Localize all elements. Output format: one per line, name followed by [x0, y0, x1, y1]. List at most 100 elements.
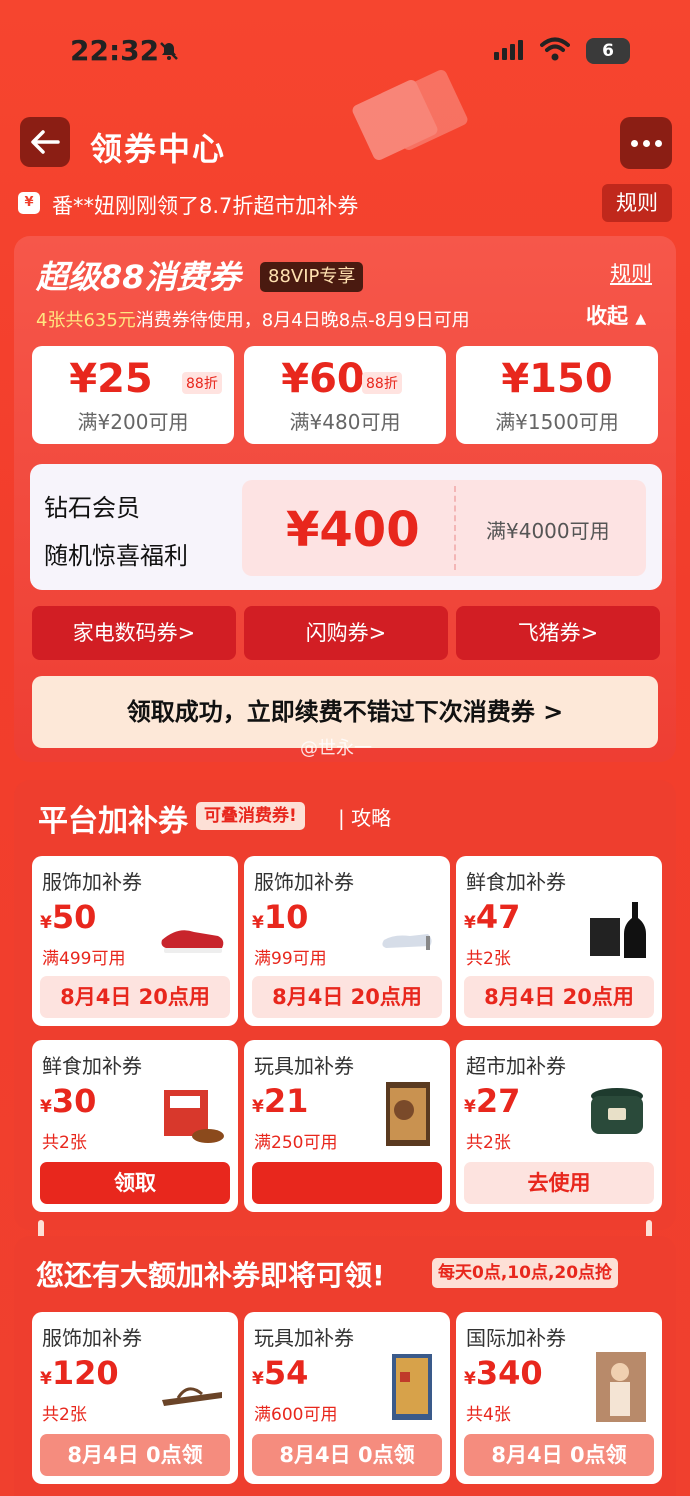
platform-title: 平台加补券: [38, 804, 188, 839]
coupon-condition: 满¥1500可用: [495, 410, 619, 434]
vip-badge: 88VIP专享: [260, 262, 364, 292]
category-fliggy-button[interactable]: 飞猪券>: [456, 606, 660, 660]
watermark: @世永一: [300, 738, 372, 759]
upcoming-title: 您还有大额加补券即将可领!: [36, 1259, 385, 1292]
coupon-name: 玩具加补券: [254, 1054, 354, 1078]
coupon-card[interactable]: ¥150 满¥1500可用: [456, 346, 658, 444]
addon-coupon-card[interactable]: 服饰加补券 ¥50 满499可用 8月4日 20点用: [32, 856, 238, 1026]
coupon-time-button[interactable]: 8月4日 20点用: [252, 976, 442, 1018]
coupon-condition: 共2张: [42, 1405, 87, 1425]
coupon-name: 国际加补券: [466, 1326, 566, 1350]
coupon-condition: 共2张: [466, 949, 511, 969]
super88-rules-link[interactable]: 规则: [610, 258, 652, 288]
status-time: 22:32: [70, 34, 160, 67]
guide-link[interactable]: | 攻略: [338, 802, 391, 831]
coupon-condition: 满250可用: [254, 1133, 338, 1153]
addon-coupon-card[interactable]: 服饰加补券 ¥10 满99可用 8月4日 20点用: [244, 856, 450, 1026]
back-button[interactable]: [20, 117, 70, 167]
coupon-card[interactable]: ¥60 88折 满¥480可用: [244, 346, 446, 444]
coupon-condition: 满¥200可用: [77, 410, 189, 434]
coupon-name: 鲜食加补券: [466, 870, 566, 894]
coupon-condition: 共2张: [466, 1133, 511, 1153]
coupon-name: 鲜食加补券: [42, 1054, 142, 1078]
addon-coupon-card[interactable]: 鲜食加补券 ¥30 共2张 领取: [32, 1040, 238, 1212]
coupon-amount: ¥340: [464, 1354, 543, 1392]
coupon-condition: 满499可用: [42, 949, 126, 969]
addon-coupon-card[interactable]: 玩具加补券 ¥21 满250可用: [244, 1040, 450, 1212]
claim-time-button[interactable]: 8月4日 0点领: [252, 1434, 442, 1476]
wine-image-icon: [590, 902, 646, 958]
wifi-icon: [540, 37, 570, 61]
coupon-amount: ¥27: [464, 1082, 521, 1120]
super88-title: 超级88消费券: [36, 258, 241, 296]
mute-bell-icon: [160, 42, 178, 60]
discount-tag: 88折: [182, 372, 222, 394]
coupon-time-button[interactable]: 8月4日 20点用: [464, 976, 654, 1018]
collapse-label: 收起: [586, 304, 628, 328]
addon-coupon-card[interactable]: 超市加补券 ¥27 共2张 去使用: [456, 1040, 662, 1212]
page-title: 领券中心: [90, 130, 227, 168]
coupon-time-button[interactable]: 8月4日 20点用: [40, 976, 230, 1018]
upcoming-coupon-card[interactable]: 玩具加补券 ¥54 满600可用 8月4日 0点领: [244, 1312, 450, 1484]
shoe-image-icon: [382, 934, 432, 950]
coupon-name: 超市加补券: [466, 1054, 566, 1078]
diamond-title: 钻石会员: [44, 494, 140, 522]
coupon-condition: 共2张: [42, 1133, 87, 1153]
coupon-condition: 满600可用: [254, 1405, 338, 1425]
coupon-condition: 满99可用: [254, 949, 327, 969]
shoe-image-icon: [161, 930, 224, 953]
diamond-amount: ¥400: [286, 502, 420, 558]
subtitle-highlight: 4张共635元: [36, 310, 136, 331]
coupon-name: 服饰加补券: [254, 870, 354, 894]
super88-subtitle: 4张共635元消费券待使用，8月4日晚8点-8月9日可用: [36, 306, 470, 332]
puzzle-image-icon: [386, 1082, 430, 1146]
arrow-left-icon: [31, 130, 60, 154]
coupon-name: 服饰加补券: [42, 870, 142, 894]
category-appliance-button[interactable]: 家电数码券>: [32, 606, 236, 660]
subtitle-rest: 消费券待使用，8月4日晚8点-8月9日可用: [135, 310, 470, 331]
coupon-divider: [454, 486, 456, 570]
fashion-model-image-icon: [596, 1352, 646, 1422]
coupon-amount: ¥54: [252, 1354, 309, 1392]
coupon-icon: ¥: [18, 192, 40, 214]
coupon-card[interactable]: ¥25 88折 满¥200可用: [32, 346, 234, 444]
schedule-badge: 每天0点,10点,20点抢: [432, 1258, 619, 1288]
coupon-amount: ¥30: [40, 1082, 97, 1120]
signal-icon: [494, 40, 523, 60]
coupon-condition: 满¥480可用: [289, 410, 401, 434]
pressure-cooker-image-icon: [591, 1088, 643, 1134]
more-dots-icon: [630, 139, 638, 147]
use-button[interactable]: 去使用: [464, 1162, 654, 1204]
rules-button[interactable]: 规则: [602, 184, 672, 222]
claim-time-button[interactable]: 8月4日 0点领: [40, 1434, 230, 1476]
coupon-amount: ¥120: [40, 1354, 119, 1392]
battery-indicator: 6: [586, 38, 630, 64]
notice-ticker: 番**妞刚刚领了8.7折超市加补券: [52, 194, 359, 218]
more-button[interactable]: [620, 117, 672, 169]
ticket-decoration-icon: [352, 69, 468, 161]
coupon-amount: ¥150: [501, 356, 613, 402]
caret-up-icon: ▲: [635, 311, 647, 327]
coupon-amount: ¥50: [40, 898, 97, 936]
stack-badge: 可叠消费券!: [196, 802, 305, 830]
puzzle-box-image-icon: [392, 1354, 432, 1420]
upcoming-coupon-card[interactable]: 服饰加补券 ¥120 共2张 8月4日 0点领: [32, 1312, 238, 1484]
diamond-condition: 满¥4000可用: [486, 519, 610, 543]
biscuit-image-icon: [164, 1090, 224, 1143]
coupon-amount: ¥47: [464, 898, 521, 936]
coupon-name: 服饰加补券: [42, 1326, 142, 1350]
discount-tag: 88折: [362, 372, 402, 394]
claim-button[interactable]: [252, 1162, 442, 1204]
collapse-button[interactable]: 收起 ▲: [586, 300, 646, 330]
claim-button[interactable]: 领取: [40, 1162, 230, 1204]
category-flash-button[interactable]: 闪购券>: [244, 606, 448, 660]
coupon-amount: ¥21: [252, 1082, 309, 1120]
diamond-subtitle: 随机惊喜福利: [44, 542, 188, 570]
coupon-condition: 共4张: [466, 1405, 511, 1425]
claim-time-button[interactable]: 8月4日 0点领: [464, 1434, 654, 1476]
coupon-amount: ¥10: [252, 898, 309, 936]
sandal-image-icon: [162, 1387, 222, 1406]
upcoming-coupon-card[interactable]: 国际加补券 ¥340 共4张 8月4日 0点领: [456, 1312, 662, 1484]
coupon-name: 玩具加补券: [254, 1326, 354, 1350]
addon-coupon-card[interactable]: 鲜食加补券 ¥47 共2张 8月4日 20点用: [456, 856, 662, 1026]
